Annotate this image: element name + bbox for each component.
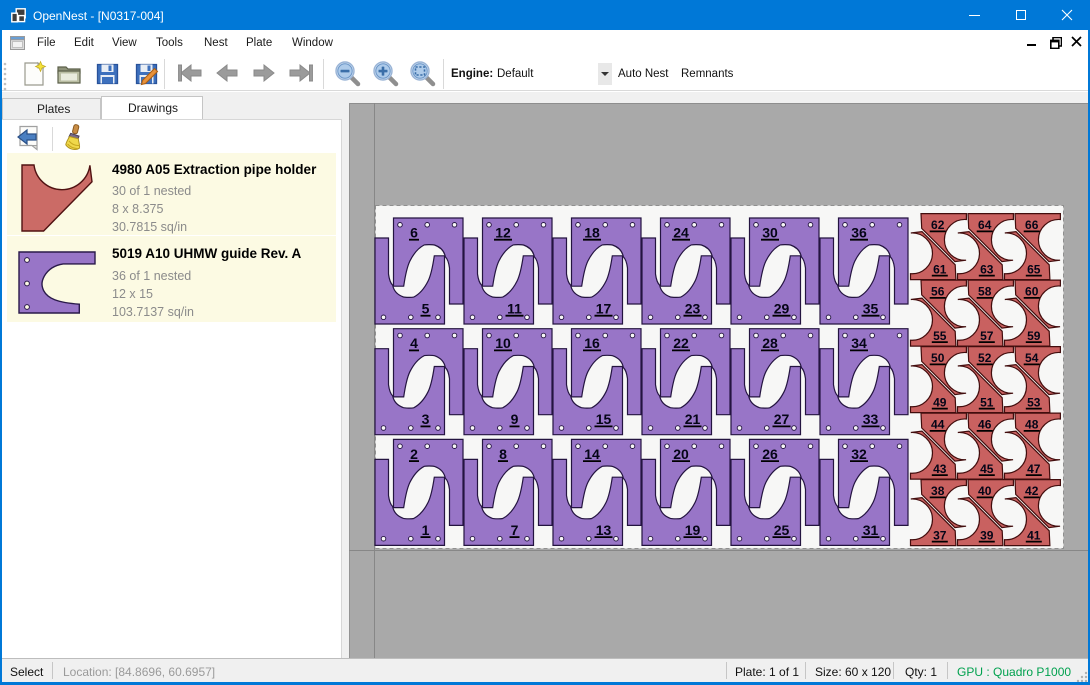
svg-text:18: 18 <box>584 225 600 241</box>
svg-text:44: 44 <box>931 418 945 432</box>
svg-text:62: 62 <box>931 218 945 232</box>
svg-text:47: 47 <box>1027 462 1041 476</box>
svg-text:13: 13 <box>596 522 612 538</box>
svg-text:31: 31 <box>863 522 879 538</box>
svg-text:32: 32 <box>851 446 867 462</box>
svg-text:49: 49 <box>933 395 947 409</box>
svg-text:6: 6 <box>410 225 418 241</box>
svg-text:51: 51 <box>980 395 994 409</box>
svg-text:27: 27 <box>774 411 790 427</box>
svg-text:5: 5 <box>422 301 430 317</box>
svg-text:8: 8 <box>499 446 507 462</box>
svg-text:25: 25 <box>774 522 790 538</box>
svg-text:11: 11 <box>507 301 522 317</box>
svg-text:46: 46 <box>978 418 992 432</box>
svg-text:14: 14 <box>584 446 600 462</box>
svg-text:57: 57 <box>980 329 994 343</box>
svg-text:37: 37 <box>933 528 947 542</box>
svg-text:36: 36 <box>851 225 867 241</box>
svg-text:64: 64 <box>978 218 992 232</box>
svg-text:42: 42 <box>1025 484 1039 498</box>
svg-text:39: 39 <box>980 528 994 542</box>
svg-text:21: 21 <box>685 411 701 427</box>
svg-text:56: 56 <box>931 285 945 299</box>
svg-text:45: 45 <box>980 462 994 476</box>
svg-text:17: 17 <box>596 301 612 317</box>
svg-text:20: 20 <box>673 446 689 462</box>
svg-text:54: 54 <box>1025 351 1039 365</box>
svg-text:55: 55 <box>933 329 947 343</box>
svg-text:1: 1 <box>422 522 430 538</box>
svg-text:7: 7 <box>511 522 519 538</box>
svg-text:23: 23 <box>685 301 701 317</box>
svg-text:24: 24 <box>673 225 689 241</box>
svg-text:2: 2 <box>410 446 418 462</box>
svg-text:34: 34 <box>851 335 867 351</box>
svg-text:22: 22 <box>673 335 689 351</box>
svg-text:66: 66 <box>1025 218 1039 232</box>
svg-text:63: 63 <box>980 262 994 276</box>
svg-text:15: 15 <box>596 411 612 427</box>
svg-text:52: 52 <box>978 351 992 365</box>
svg-text:26: 26 <box>762 446 778 462</box>
svg-text:40: 40 <box>978 484 992 498</box>
svg-text:38: 38 <box>931 484 945 498</box>
svg-text:19: 19 <box>685 522 701 538</box>
svg-text:60: 60 <box>1025 285 1039 299</box>
svg-text:58: 58 <box>978 285 992 299</box>
svg-text:61: 61 <box>933 262 947 276</box>
svg-text:10: 10 <box>495 335 511 351</box>
svg-text:30: 30 <box>762 225 778 241</box>
svg-text:59: 59 <box>1027 329 1041 343</box>
svg-text:35: 35 <box>863 301 879 317</box>
svg-text:50: 50 <box>931 351 945 365</box>
svg-text:43: 43 <box>933 462 947 476</box>
svg-text:3: 3 <box>422 411 430 427</box>
svg-text:29: 29 <box>774 301 790 317</box>
svg-text:53: 53 <box>1027 395 1041 409</box>
svg-text:65: 65 <box>1027 262 1041 276</box>
svg-text:16: 16 <box>584 335 600 351</box>
svg-text:41: 41 <box>1027 528 1041 542</box>
svg-text:12: 12 <box>495 225 511 241</box>
svg-text:48: 48 <box>1025 418 1039 432</box>
svg-text:33: 33 <box>863 411 879 427</box>
svg-text:4: 4 <box>410 335 418 351</box>
svg-text:9: 9 <box>511 411 519 427</box>
svg-text:28: 28 <box>762 335 778 351</box>
